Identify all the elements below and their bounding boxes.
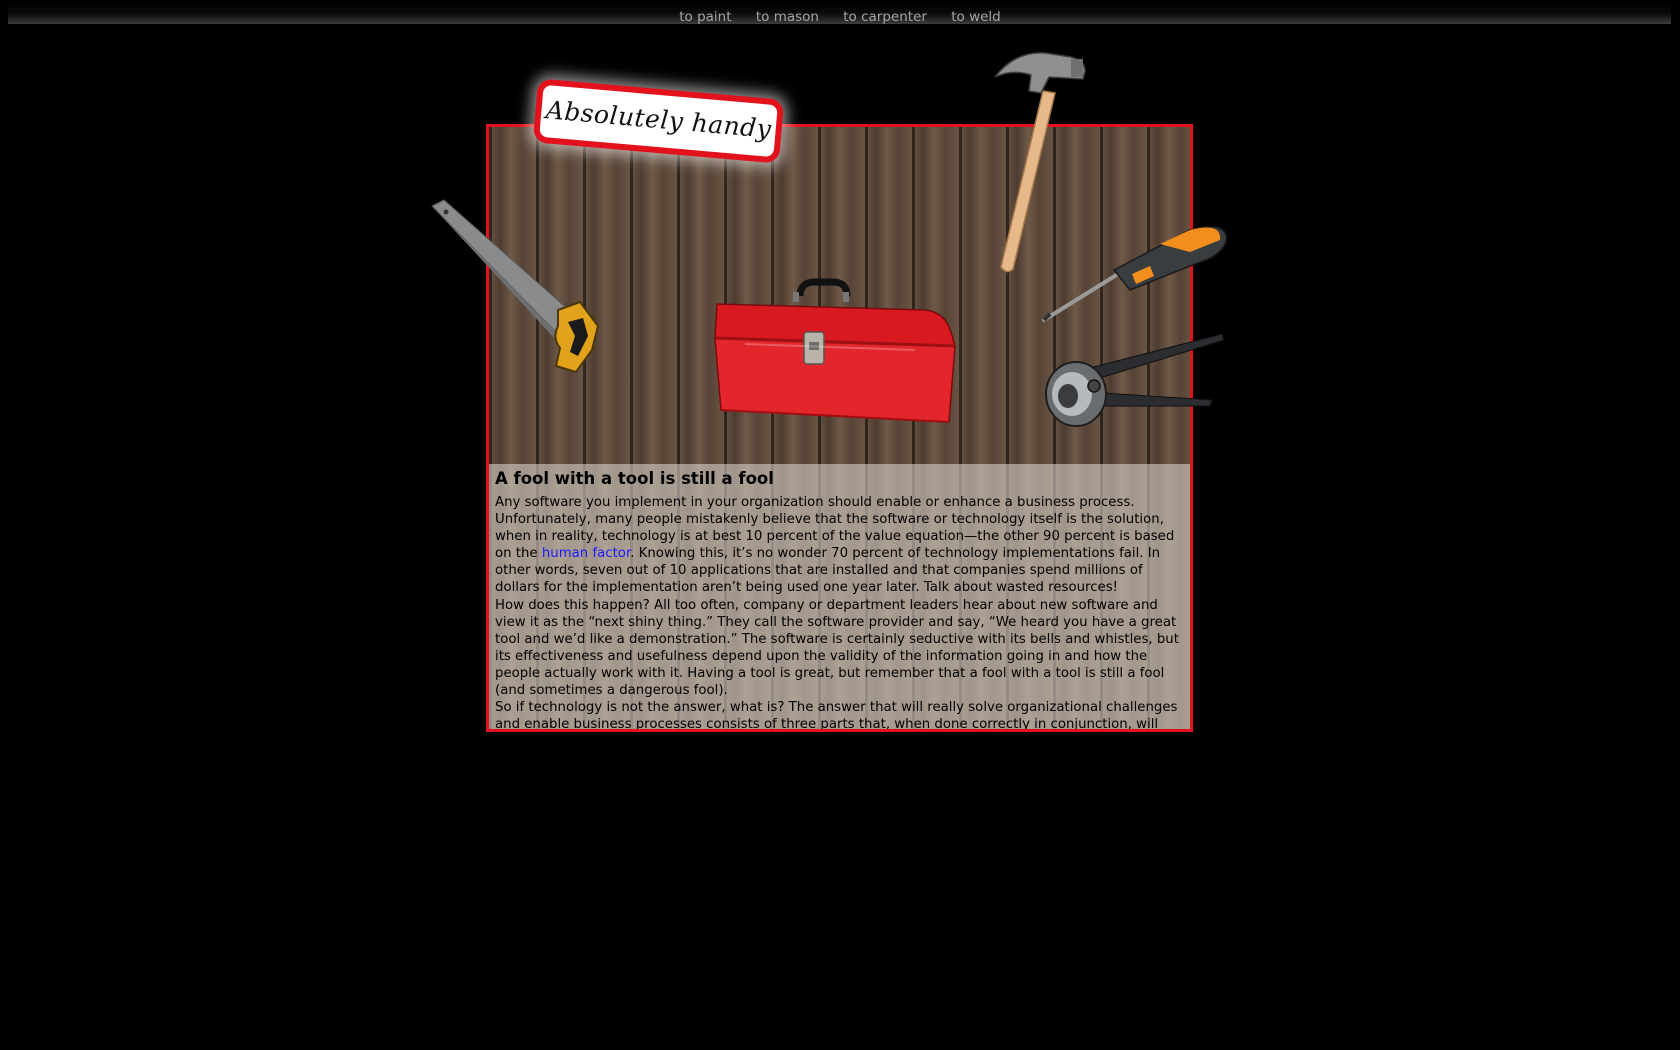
nav-link-carpenter[interactable]: to carpenter	[843, 9, 927, 25]
human-factor-link[interactable]: human factor	[542, 546, 630, 561]
article-paragraph-1: Any software you implement in your organ…	[495, 494, 1184, 597]
pincers-icon	[1045, 333, 1225, 427]
nav-link-weld[interactable]: to weld	[951, 9, 1001, 25]
nav-link-mason[interactable]: to mason	[756, 9, 819, 25]
main-nav: to paint to mason to carpenter to weld	[0, 8, 1680, 26]
nav-link-paint[interactable]: to paint	[679, 9, 731, 25]
article-title: A fool with a tool is still a fool	[495, 469, 774, 488]
article-paragraph-3: So if technology is not the answer, what…	[495, 700, 1178, 732]
article-paragraph-2: How does this happen? All too often, com…	[495, 597, 1179, 699]
hand-saw-icon	[431, 199, 600, 374]
screwdriver-icon	[1042, 226, 1228, 322]
article: A fool with a tool is still a fool Any s…	[489, 464, 1190, 729]
toolbox-icon	[714, 278, 957, 423]
